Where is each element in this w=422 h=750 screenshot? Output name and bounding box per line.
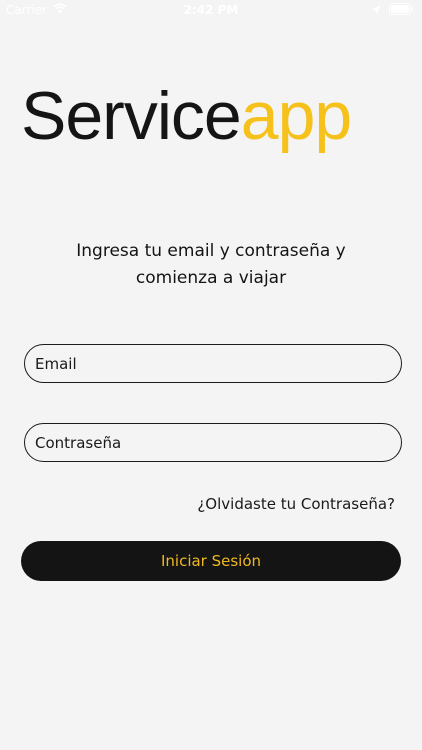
login-button[interactable]: Iniciar Sesión bbox=[21, 541, 401, 581]
status-bar: Carrier 2:42 PM bbox=[0, 0, 422, 22]
battery-icon bbox=[389, 3, 414, 18]
location-arrow-icon bbox=[371, 4, 381, 18]
email-field[interactable] bbox=[24, 344, 402, 383]
forgot-password-link[interactable]: ¿Olvidaste tu Contraseña? bbox=[197, 495, 395, 513]
logo-text-service: Service bbox=[21, 78, 242, 154]
status-time: 2:42 PM bbox=[183, 3, 239, 17]
logo-text-app: app bbox=[240, 78, 352, 154]
serviceapp-logo: Serviceapp bbox=[21, 76, 352, 156]
intro-line-2: comienza a viajar bbox=[135, 268, 287, 288]
password-field[interactable] bbox=[24, 423, 402, 462]
intro-text: Ingresa tu email y contraseña y comienza… bbox=[30, 238, 392, 292]
status-right bbox=[371, 3, 414, 18]
intro-line-1: Ingresa tu email y contraseña y bbox=[76, 241, 346, 261]
